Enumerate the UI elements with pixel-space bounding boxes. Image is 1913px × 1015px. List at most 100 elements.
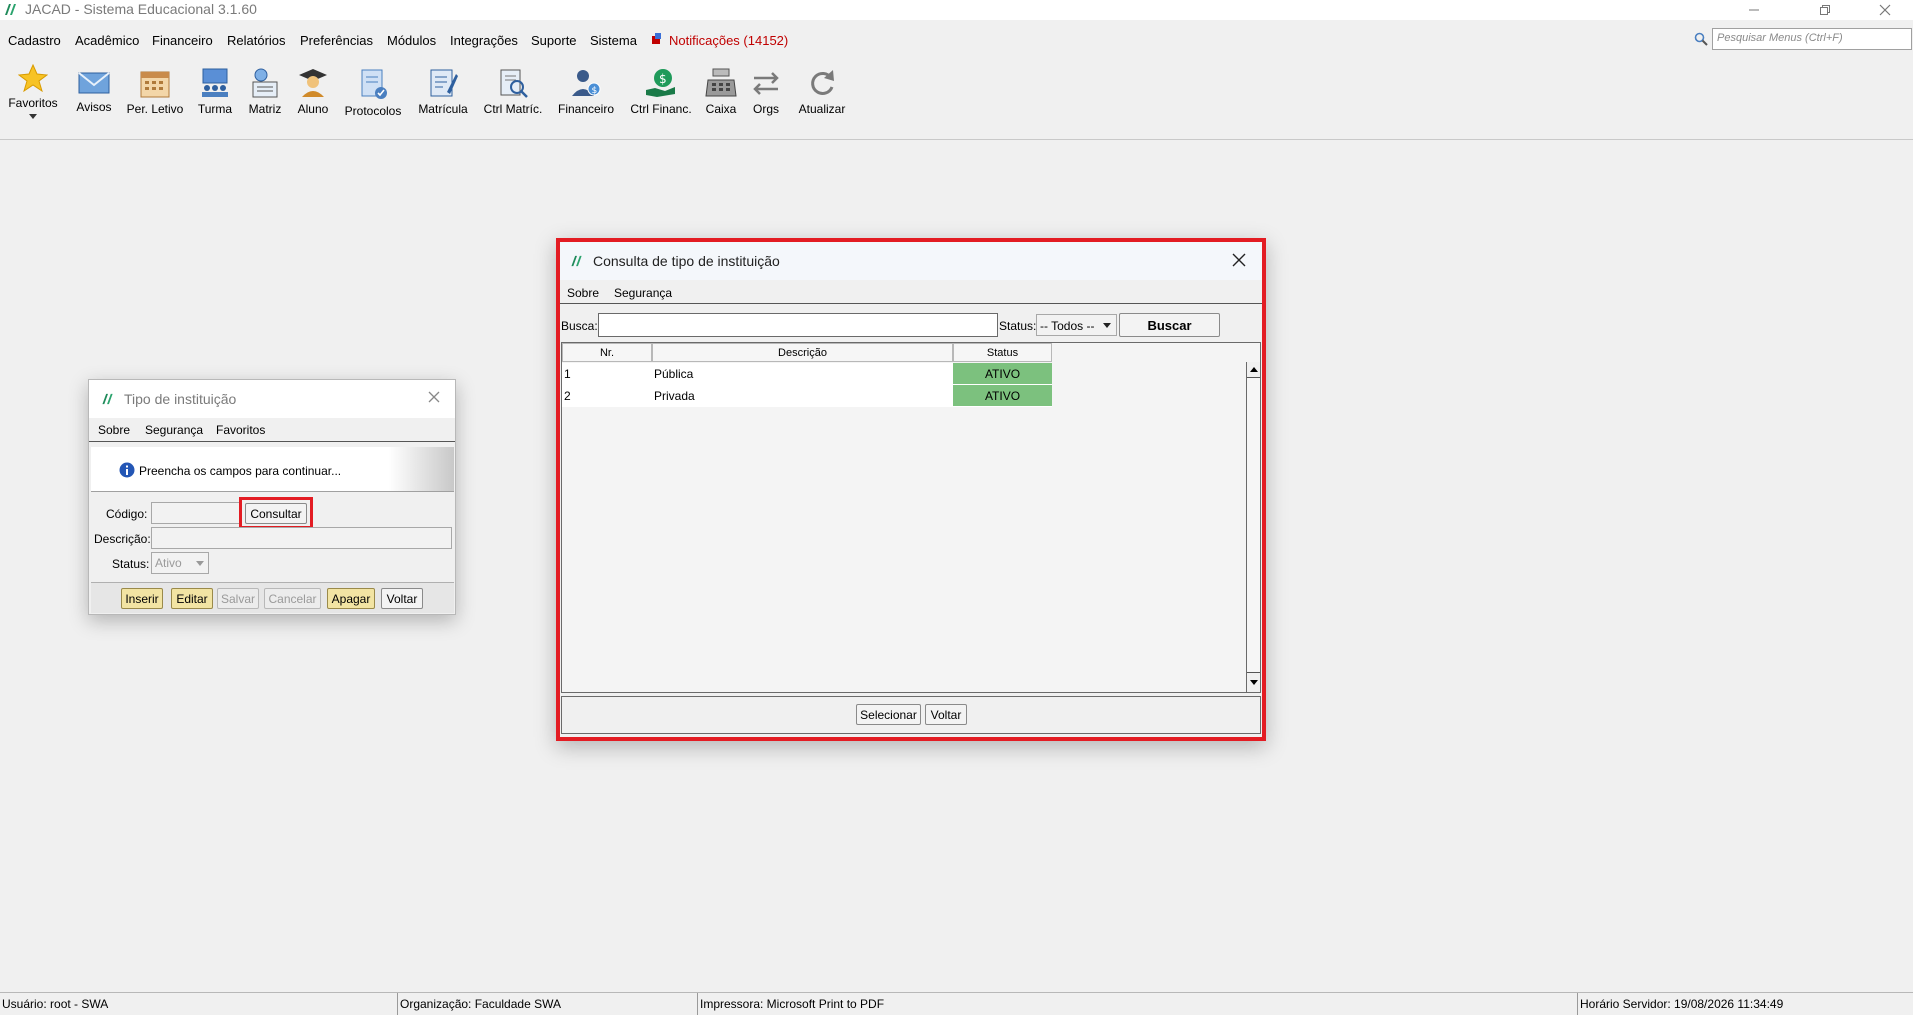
table-row[interactable]: 1 Pública ATIVO — [562, 363, 1052, 385]
toolbar-per-letivo-button[interactable]: Per. Letivo — [124, 56, 186, 136]
status-organizacao: Organização: Faculdade SWA — [398, 993, 698, 1015]
toolbar-financeiro-button[interactable]: $ Financeiro — [556, 56, 616, 136]
inserir-button[interactable]: Inserir — [121, 588, 163, 609]
menu-notificacoes[interactable]: Notificações (14152) — [669, 33, 788, 48]
star-icon — [18, 64, 48, 92]
toolbar-turma-button[interactable]: Turma — [194, 56, 236, 136]
close-icon[interactable] — [1232, 253, 1246, 270]
toolbar-ctrl-matric-button[interactable]: Ctrl Matríc. — [480, 56, 546, 136]
codigo-input[interactable] — [151, 502, 241, 524]
enrollment-form-icon — [430, 69, 458, 97]
menu-financeiro[interactable]: Financeiro — [152, 33, 213, 48]
toolbar-label: Turma — [197, 102, 233, 116]
toolbar-aluno-button[interactable]: Aluno — [292, 56, 334, 136]
apagar-button[interactable]: Apagar — [327, 588, 375, 609]
toolbar-ctrl-financ-button[interactable]: $ Ctrl Financ. — [626, 56, 696, 136]
buscar-button[interactable]: Buscar — [1119, 313, 1220, 337]
status-select[interactable]: Ativo — [151, 552, 209, 574]
toolbar-divider — [0, 139, 1913, 140]
scroll-down-icon[interactable] — [1248, 677, 1260, 689]
menu-relatorios[interactable]: Relatórios — [227, 33, 286, 48]
status-horario: Horário Servidor: 19/08/2026 11:34:49 — [1580, 997, 1784, 1011]
search-menus-input[interactable]: Pesquisar Menus (Ctrl+F) — [1712, 28, 1912, 50]
matrix-icon — [252, 68, 278, 98]
dialog-button-bar: Selecionar Voltar — [561, 696, 1261, 734]
toolbar-matriz-button[interactable]: Matriz — [244, 56, 286, 136]
codigo-label: Código: — [106, 507, 148, 521]
minimize-icon[interactable] — [1731, 0, 1777, 20]
descricao-input[interactable] — [151, 527, 452, 549]
toolbar-label: Favoritos — [8, 96, 58, 110]
menu-bar: Cadastro Acadêmico Financeiro Relatórios… — [0, 28, 1913, 52]
toolbar-avisos-button[interactable]: Avisos — [72, 56, 116, 136]
toolbar-label: Financeiro — [557, 102, 615, 116]
dialog-title: Tipo de instituição — [124, 391, 237, 407]
editar-button[interactable]: Editar — [171, 588, 213, 609]
notification-icon — [651, 33, 662, 48]
menu-seguranca[interactable]: Segurança — [614, 286, 672, 300]
toolbar-label: Protocolos — [344, 104, 402, 118]
refresh-icon — [811, 70, 834, 95]
toolbar-caixa-button[interactable]: Caixa — [700, 56, 742, 136]
toolbar-protocolos-button[interactable]: Protocolos — [342, 56, 404, 136]
restore-icon[interactable] — [1802, 0, 1848, 20]
financial-user-icon: $ — [572, 70, 601, 96]
menu-integracoes[interactable]: Integrações — [450, 33, 518, 48]
table-row[interactable]: 2 Privada ATIVO — [562, 385, 1052, 407]
money-hand-icon: $ — [646, 69, 675, 97]
toolbar-label: Matrícula — [418, 102, 468, 116]
toolbar-label: Atualizar — [798, 102, 846, 116]
status-label: Status: — [999, 319, 1037, 333]
consultar-button[interactable]: Consultar — [245, 503, 307, 524]
status-select-value: Ativo — [155, 556, 182, 570]
toolbar-label: Orgs — [752, 102, 779, 116]
scroll-up-icon[interactable] — [1248, 363, 1260, 375]
close-icon[interactable] — [427, 390, 441, 407]
calendar-icon — [140, 71, 170, 98]
menu-suporte[interactable]: Suporte — [531, 33, 577, 48]
column-header-nr[interactable]: Nr. — [562, 343, 652, 362]
toolbar-matricula-button[interactable]: Matrícula — [412, 56, 474, 136]
menu-favoritos[interactable]: Favoritos — [216, 423, 265, 437]
results-table: Nr. Descrição Status 1 Pública ATIVO 2 P… — [561, 342, 1261, 693]
swap-arrows-icon — [753, 72, 779, 95]
toolbar-label: Caixa — [705, 102, 737, 116]
voltar-button[interactable]: Voltar — [925, 704, 967, 725]
voltar-button[interactable]: Voltar — [381, 588, 423, 609]
selecionar-button[interactable]: Selecionar — [856, 704, 921, 725]
menu-modulos[interactable]: Módulos — [387, 33, 436, 48]
busca-input[interactable] — [598, 313, 998, 337]
status-badge: ATIVO — [953, 363, 1052, 384]
window-titlebar: JACAD - Sistema Educacional 3.1.60 — [0, 0, 1913, 20]
menu-sistema[interactable]: Sistema — [590, 33, 637, 48]
chevron-down-icon — [29, 114, 37, 119]
toolbar-orgs-button[interactable]: Orgs — [748, 56, 784, 136]
dialog-titlebar: Tipo de instituição — [89, 380, 455, 418]
cell-nr: 1 — [564, 367, 571, 381]
status-label: Status: — [112, 557, 150, 571]
menu-sobre[interactable]: Sobre — [98, 423, 130, 437]
cell-nr: 2 — [564, 389, 571, 403]
toolbar-favoritos-button[interactable]: Favoritos — [6, 56, 60, 136]
toolbar-atualizar-button[interactable]: Atualizar — [794, 56, 850, 136]
descricao-label: Descrição: — [94, 532, 151, 546]
menu-cadastro[interactable]: Cadastro — [8, 33, 61, 48]
vertical-scrollbar[interactable] — [1246, 362, 1260, 692]
scrollbar-thumb[interactable] — [1247, 377, 1260, 673]
menu-seguranca[interactable]: Segurança — [145, 423, 203, 437]
toolbar-label: Avisos — [76, 100, 112, 114]
status-select[interactable]: -- Todos -- — [1036, 314, 1117, 336]
close-icon[interactable] — [1862, 0, 1908, 20]
salvar-button[interactable]: Salvar — [217, 588, 259, 609]
menu-sobre[interactable]: Sobre — [567, 286, 599, 300]
menu-academico[interactable]: Acadêmico — [75, 33, 139, 48]
column-header-status[interactable]: Status — [953, 343, 1052, 362]
chevron-down-icon — [196, 561, 204, 566]
student-icon — [299, 69, 327, 97]
column-header-descricao[interactable]: Descrição — [652, 343, 953, 362]
tipo-instituicao-dialog: Tipo de instituição Sobre Segurança Favo… — [88, 379, 456, 615]
toolbar-label: Aluno — [297, 102, 329, 116]
toolbar-label: Ctrl Financ. — [630, 102, 692, 116]
menu-preferencias[interactable]: Preferências — [300, 33, 373, 48]
cancelar-button[interactable]: Cancelar — [264, 588, 321, 609]
